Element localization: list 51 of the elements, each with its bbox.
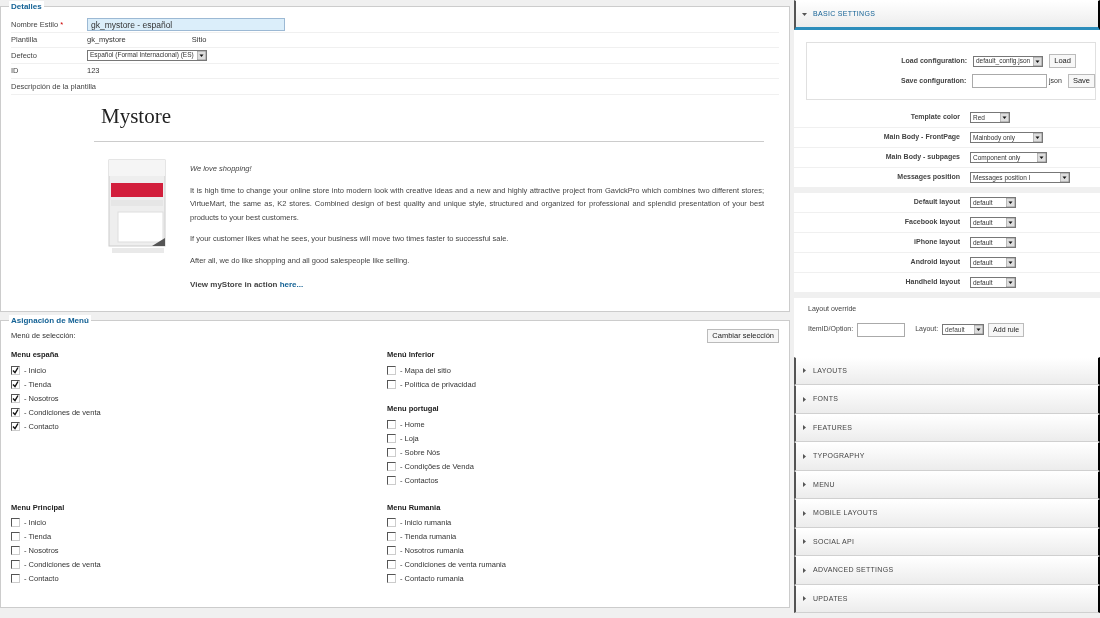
caret-right-icon: [802, 453, 807, 459]
name-field[interactable]: gk_mystore - español: [87, 17, 285, 31]
dropdown-arrow-icon: [1059, 173, 1069, 182]
caret-down-icon: [802, 11, 807, 17]
dropdown-arrow-icon: [1005, 198, 1015, 207]
checkbox[interactable]: [387, 518, 396, 528]
caret-right-icon: [802, 396, 807, 402]
call-to-action-text: View myStore in action here...: [190, 279, 305, 291]
caret-right-icon: [802, 510, 807, 516]
dropdown-arrow-icon: [1005, 278, 1015, 287]
filename-field[interactable]: [972, 74, 1048, 88]
checkbox[interactable]: [11, 574, 20, 584]
dropdown-arrow-icon: [196, 50, 206, 60]
caret-right-icon: [802, 596, 807, 602]
checkbox[interactable]: [11, 365, 20, 375]
caret-right-icon: [802, 567, 807, 573]
caret-right-icon: [802, 482, 807, 488]
checkbox[interactable]: [387, 379, 396, 389]
checkbox[interactable]: [387, 448, 396, 457]
checkbox[interactable]: [387, 560, 396, 570]
checkbox[interactable]: [387, 546, 396, 556]
checkbox[interactable]: [387, 574, 396, 584]
checkbox[interactable]: [11, 407, 20, 417]
itemid-field[interactable]: [857, 322, 906, 337]
link[interactable]: here...: [279, 280, 304, 289]
checkbox[interactable]: [387, 462, 396, 471]
checkbox[interactable]: [387, 434, 396, 443]
checkbox[interactable]: [11, 518, 20, 528]
checkbox[interactable]: [11, 379, 20, 389]
checkbox[interactable]: [387, 365, 396, 375]
dropdown-arrow-icon: [1005, 238, 1015, 247]
dropdown-arrow-icon: [1000, 113, 1009, 122]
dropdown-arrow-icon: [1005, 218, 1015, 227]
checkbox[interactable]: [11, 546, 20, 556]
checkbox[interactable]: [11, 532, 20, 542]
dropdown-arrow-icon: [1032, 133, 1042, 142]
caret-right-icon: [802, 539, 807, 545]
dropdown-arrow-icon: [1005, 258, 1015, 267]
template-title: Mystore: [101, 102, 172, 130]
checkbox[interactable]: [387, 420, 396, 429]
checkbox[interactable]: [11, 393, 20, 403]
checkbox[interactable]: [387, 476, 396, 485]
checkbox[interactable]: [11, 421, 20, 431]
dropdown-arrow-icon: [974, 325, 984, 334]
caret-right-icon: [802, 368, 807, 374]
checkbox[interactable]: [387, 532, 396, 542]
dropdown-arrow-icon: [1033, 56, 1043, 66]
checkbox[interactable]: [11, 560, 20, 570]
dropdown-arrow-icon: [1037, 153, 1046, 162]
fieldset-legend: Asignación de Menú: [9, 315, 91, 327]
caret-right-icon: [802, 425, 807, 431]
